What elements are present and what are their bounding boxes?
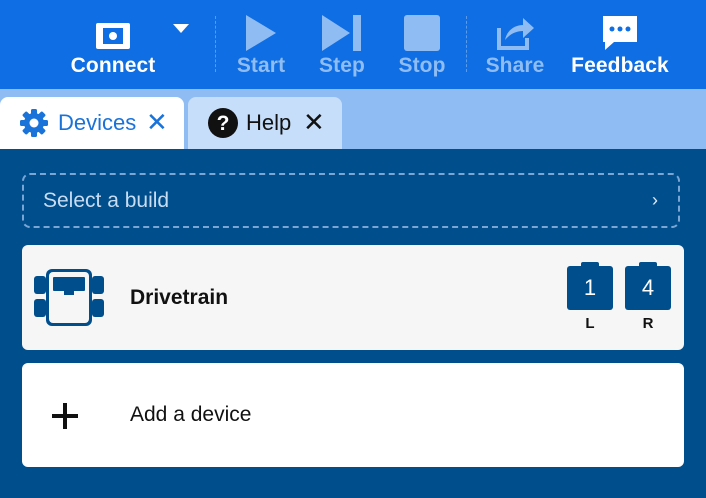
connect-dropdown-button[interactable]: [170, 0, 192, 89]
tab-help[interactable]: ? Help ✕: [188, 97, 342, 149]
close-icon[interactable]: ✕: [146, 109, 168, 135]
feedback-button[interactable]: Feedback: [570, 0, 670, 89]
caret-down-icon: [172, 0, 190, 34]
gear-icon: [19, 108, 49, 138]
toolbar-separator: [466, 16, 467, 72]
brain-device-icon: [94, 0, 132, 52]
drivetrain-device-card[interactable]: Drivetrain 1 L 4 R: [22, 245, 684, 350]
play-icon: [244, 0, 278, 52]
select-build-dropdown[interactable]: Select a build ›: [22, 173, 680, 228]
share-button[interactable]: Share: [484, 0, 546, 89]
question-icon: ?: [207, 107, 239, 139]
stop-button[interactable]: Stop: [394, 0, 450, 89]
chevron-right-icon: ›: [652, 190, 658, 210]
port-number: 1: [567, 262, 613, 310]
stop-icon: [403, 0, 441, 52]
drivetrain-icon: [34, 269, 104, 327]
add-device-button[interactable]: Add a device: [22, 363, 684, 467]
feedback-label: Feedback: [571, 54, 669, 77]
port-number: 4: [625, 262, 671, 310]
port-left[interactable]: 1 L: [567, 262, 613, 332]
select-build-placeholder: Select a build: [43, 188, 170, 212]
tab-help-label: Help: [246, 110, 292, 135]
close-icon[interactable]: ✕: [303, 109, 325, 135]
connect-button[interactable]: Connect: [68, 0, 158, 89]
port-side-label: L: [585, 315, 595, 332]
feedback-chat-icon: [600, 0, 640, 52]
toolbar: Connect Start Step Stop Share Feedback: [0, 0, 706, 89]
connect-label: Connect: [70, 54, 156, 77]
plus-icon: [52, 403, 78, 429]
drivetrain-label: Drivetrain: [130, 285, 229, 309]
start-button[interactable]: Start: [232, 0, 290, 89]
stop-label: Stop: [398, 54, 446, 77]
svg-text:?: ?: [217, 112, 230, 135]
tab-devices-label: Devices: [58, 110, 137, 135]
tab-bar: Devices ✕ ? Help ✕: [0, 89, 706, 149]
step-label: Step: [319, 54, 365, 77]
share-label: Share: [485, 54, 545, 77]
port-right[interactable]: 4 R: [625, 262, 671, 332]
tab-devices[interactable]: Devices ✕: [0, 97, 184, 149]
toolbar-separator: [215, 16, 216, 72]
start-label: Start: [236, 54, 286, 77]
step-icon: [320, 0, 364, 52]
step-button[interactable]: Step: [314, 0, 370, 89]
add-device-label: Add a device: [130, 403, 252, 426]
share-icon: [495, 0, 535, 52]
port-side-label: R: [642, 315, 654, 332]
devices-panel: Select a build › Drivetrain 1 L 4 R Add …: [0, 149, 706, 498]
